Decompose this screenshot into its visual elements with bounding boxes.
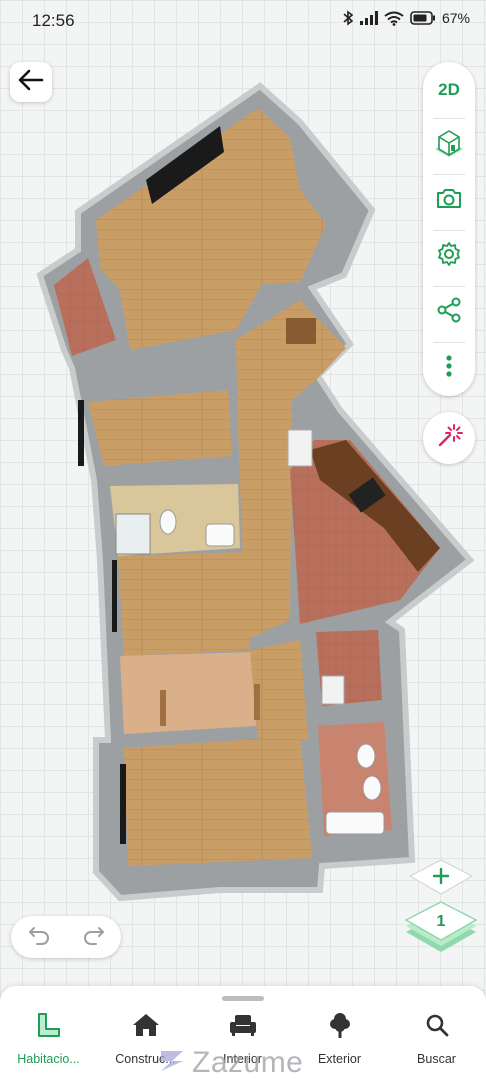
undo-button[interactable] — [11, 916, 66, 958]
tree-icon — [328, 1011, 352, 1044]
toolbar-divider — [433, 286, 465, 287]
nav-label: Habitacio... — [17, 1052, 80, 1066]
nav-label: Buscar — [417, 1052, 456, 1066]
nav-label: Exterior — [317, 1052, 362, 1066]
camera-button[interactable] — [423, 176, 475, 224]
house-icon — [132, 1012, 160, 1043]
add-level-button[interactable] — [408, 858, 474, 898]
3d-view-icon — [431, 125, 467, 164]
toolbar-divider — [433, 342, 465, 343]
room-outline-icon — [36, 1011, 62, 1044]
toolbar-divider — [433, 118, 465, 119]
settings-icon — [436, 241, 462, 272]
sparkle-icon — [434, 421, 464, 456]
nav-item-exterior[interactable]: Exterior — [291, 1012, 388, 1068]
status-icons: 67% — [342, 10, 470, 26]
share-button[interactable] — [423, 288, 475, 336]
watermark-text: Zazume — [192, 1046, 304, 1079]
armchair-icon — [229, 1013, 257, 1042]
undo-redo-group — [11, 916, 121, 958]
nav-item-rooms[interactable]: Habitacio... — [0, 1012, 97, 1068]
more-button[interactable] — [423, 344, 475, 392]
battery-level: 67% — [441, 10, 470, 26]
view-2d-button[interactable]: 2D — [423, 66, 475, 114]
current-level: 1 — [436, 913, 446, 930]
toolbar-divider — [433, 230, 465, 231]
magic-button[interactable] — [423, 412, 475, 464]
settings-button[interactable] — [423, 232, 475, 280]
view-toolbar: 2D — [423, 62, 475, 396]
redo-icon — [83, 925, 105, 950]
search-icon — [425, 1013, 449, 1042]
floor-plan-3d[interactable] — [0, 60, 486, 920]
wifi-icon — [384, 11, 404, 26]
back-button[interactable] — [10, 62, 52, 102]
status-bar: 12:56 67% — [0, 0, 486, 40]
watermark: Zazume — [158, 1046, 303, 1080]
view-3d-button[interactable] — [423, 120, 475, 168]
more-icon — [445, 354, 453, 383]
battery-icon — [410, 11, 436, 25]
share-icon — [436, 297, 462, 328]
undo-icon — [28, 925, 50, 950]
drag-handle[interactable] — [222, 996, 264, 1001]
status-time: 12:56 — [32, 11, 75, 30]
bluetooth-icon — [342, 10, 354, 26]
nav-item-search[interactable]: Buscar — [388, 1012, 485, 1068]
redo-button[interactable] — [66, 916, 121, 958]
toolbar-divider — [433, 174, 465, 175]
signal-icon — [359, 11, 378, 25]
camera-icon — [435, 186, 463, 215]
level-selector[interactable]: 1 — [404, 900, 478, 958]
arrow-left-icon — [18, 69, 44, 96]
watermark-logo-icon — [158, 1047, 186, 1080]
